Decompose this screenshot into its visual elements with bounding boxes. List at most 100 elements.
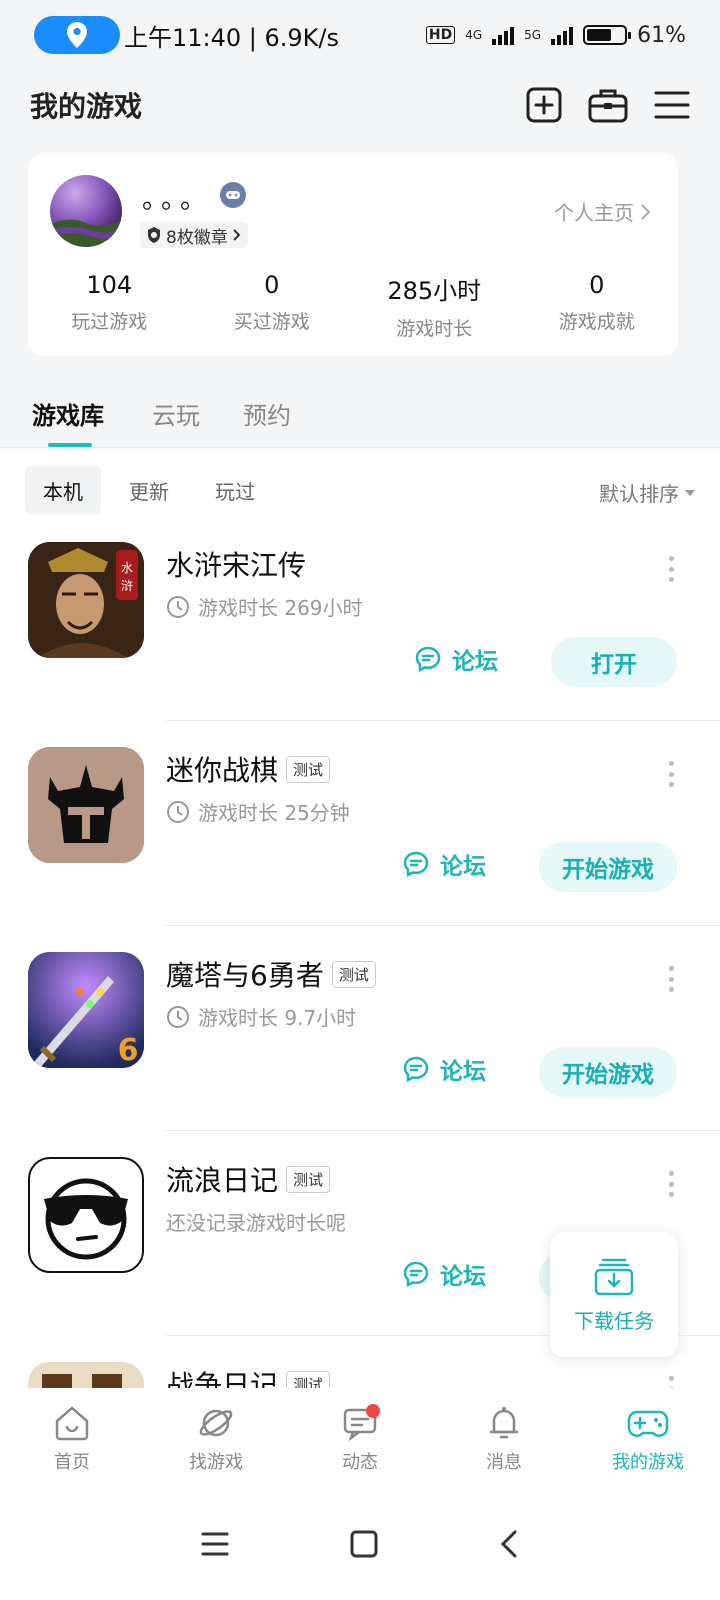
more-icon[interactable] — [666, 1171, 676, 1197]
game-icon: 水 浒 — [28, 542, 144, 658]
svg-text:6: 6 — [118, 1033, 139, 1068]
filter-updates[interactable]: 更新 — [111, 466, 187, 514]
playtime-text: 游戏时长 9.7小时 — [198, 1006, 357, 1030]
forum-button[interactable]: 论坛 — [402, 1052, 486, 1086]
more-icon[interactable] — [666, 966, 676, 992]
stat-value: 0 — [589, 271, 605, 299]
chevron-right-icon — [641, 203, 651, 220]
stat-label: 玩过游戏 — [71, 311, 148, 333]
game-playtime: 游戏时长 9.7小时 — [166, 1002, 356, 1031]
game-item[interactable]: 战争日记 测试 — [0, 1362, 720, 1388]
profile-home-link[interactable]: 个人主页 — [554, 197, 652, 226]
forum-icon — [403, 1261, 429, 1288]
stat-bought[interactable]: 0 买过游戏 — [191, 271, 354, 341]
filter-played[interactable]: 玩过 — [197, 466, 273, 514]
badges-label: 8枚徽章 — [166, 227, 228, 248]
nav-find-games[interactable]: 找游戏 — [144, 1388, 288, 1488]
more-icon[interactable] — [666, 1376, 676, 1388]
clock-icon — [167, 595, 189, 618]
bell-icon — [489, 1407, 519, 1439]
game-item[interactable]: 水 浒 水浒宋江传 游戏时长 269小时 论坛 打开 — [0, 542, 720, 747]
status-indicators: HD 4G 5G 61% — [425, 23, 686, 48]
nav-label: 首页 — [54, 1452, 90, 1473]
forum-button[interactable]: 论坛 — [414, 642, 498, 676]
open-button[interactable]: 打开 — [551, 637, 677, 687]
recent-apps-icon[interactable] — [201, 1531, 229, 1557]
forum-icon — [403, 1056, 429, 1083]
filter-bar: 本机 更新 玩过 默认排序 — [25, 466, 695, 514]
test-tag: 测试 — [286, 1165, 331, 1193]
game-name: 流浪日记 — [166, 1164, 279, 1197]
chevron-right-icon — [233, 229, 241, 241]
stats-row: 104 玩过游戏 0 买过游戏 285小时 游戏时长 0 游戏成就 — [28, 271, 678, 341]
tab-cloud-play[interactable]: 云玩 — [152, 396, 200, 431]
status-bar: 上午11:40 | 6.9K/s HD 4G 5G 61% — [0, 0, 720, 70]
forum-button[interactable]: 论坛 — [402, 1257, 486, 1291]
stat-value: 104 — [86, 271, 133, 299]
stat-achievements[interactable]: 0 游戏成就 — [516, 271, 679, 341]
nav-feed[interactable]: 动态 — [288, 1388, 432, 1488]
svg-text:浒: 浒 — [121, 579, 133, 593]
forum-icon — [403, 851, 429, 878]
tab-underline — [48, 443, 92, 447]
avatar[interactable] — [50, 175, 122, 247]
more-icon[interactable] — [666, 761, 676, 787]
game-icon — [28, 1157, 144, 1273]
playtime-text: 游戏时长 25分钟 — [198, 801, 350, 825]
start-game-button[interactable]: 开始游戏 — [539, 842, 677, 892]
add-icon[interactable] — [526, 87, 562, 123]
signal-icon — [492, 25, 515, 45]
download-task-button[interactable]: 下载任务 — [550, 1232, 678, 1357]
location-icon — [67, 22, 87, 48]
forum-button[interactable]: 论坛 — [402, 847, 486, 881]
gamepad-badge-icon — [220, 182, 246, 208]
game-name: 魔塔与6勇者 — [166, 959, 324, 992]
game-name: 水浒宋江传 — [166, 549, 307, 582]
network-type-1: 4G — [465, 28, 483, 42]
sort-dropdown[interactable]: 默认排序 — [599, 478, 695, 507]
page-title: 我的游戏 — [30, 90, 143, 123]
forum-icon — [415, 646, 441, 673]
hd-icon: HD — [425, 26, 456, 44]
badges-chip[interactable]: 8枚徽章 — [140, 222, 248, 248]
menu-icon[interactable] — [654, 89, 690, 121]
nav-messages[interactable]: 消息 — [432, 1388, 576, 1488]
stat-played[interactable]: 104 玩过游戏 — [28, 271, 191, 341]
network-type-2: 5G — [524, 28, 542, 42]
stat-label: 游戏时长 — [396, 318, 473, 340]
tab-game-library[interactable]: 游戏库 — [32, 396, 104, 431]
nav-label: 消息 — [486, 1452, 522, 1473]
status-time-speed: 上午11:40 | 6.9K/s — [124, 23, 340, 52]
caret-down-icon — [685, 489, 695, 496]
filter-local[interactable]: 本机 — [25, 466, 101, 514]
more-icon[interactable] — [666, 556, 676, 582]
toolbox-icon[interactable] — [588, 87, 628, 123]
game-icon — [28, 1362, 144, 1388]
game-item[interactable]: 6 魔塔与6勇者 测试 游戏时长 9.7小时 论坛 开始游戏 — [0, 952, 720, 1157]
divider — [166, 1130, 720, 1131]
back-icon[interactable] — [499, 1530, 519, 1558]
signal-icon-2 — [551, 25, 574, 45]
download-task-label: 下载任务 — [574, 1309, 654, 1333]
game-name: 战争日记 — [166, 1369, 279, 1388]
bottom-nav: 首页 找游戏 动态 消息 我的游戏 — [0, 1388, 720, 1488]
divider — [166, 925, 720, 926]
nav-label: 找游戏 — [189, 1452, 243, 1473]
stat-label: 买过游戏 — [233, 311, 310, 333]
game-item[interactable]: 迷你战棋 测试 游戏时长 25分钟 论坛 开始游戏 — [0, 747, 720, 952]
playtime-text: 游戏时长 269小时 — [198, 596, 363, 620]
stat-playtime[interactable]: 285小时 游戏时长 — [353, 271, 516, 341]
nav-home[interactable]: 首页 — [0, 1388, 144, 1488]
start-game-button[interactable]: 开始游戏 — [539, 1047, 677, 1097]
game-icon: 6 — [28, 952, 144, 1068]
game-name: 迷你战棋 — [166, 754, 279, 787]
location-pill[interactable] — [34, 16, 120, 54]
forum-label: 论坛 — [440, 1059, 486, 1085]
test-tag: 测试 — [331, 960, 376, 988]
profile-home-label: 个人主页 — [554, 201, 634, 225]
tab-reservation[interactable]: 预约 — [243, 396, 291, 431]
battery-icon — [583, 25, 632, 45]
svg-text:水: 水 — [121, 561, 133, 575]
home-button-icon[interactable] — [350, 1530, 378, 1558]
nav-my-games[interactable]: 我的游戏 — [576, 1388, 720, 1488]
